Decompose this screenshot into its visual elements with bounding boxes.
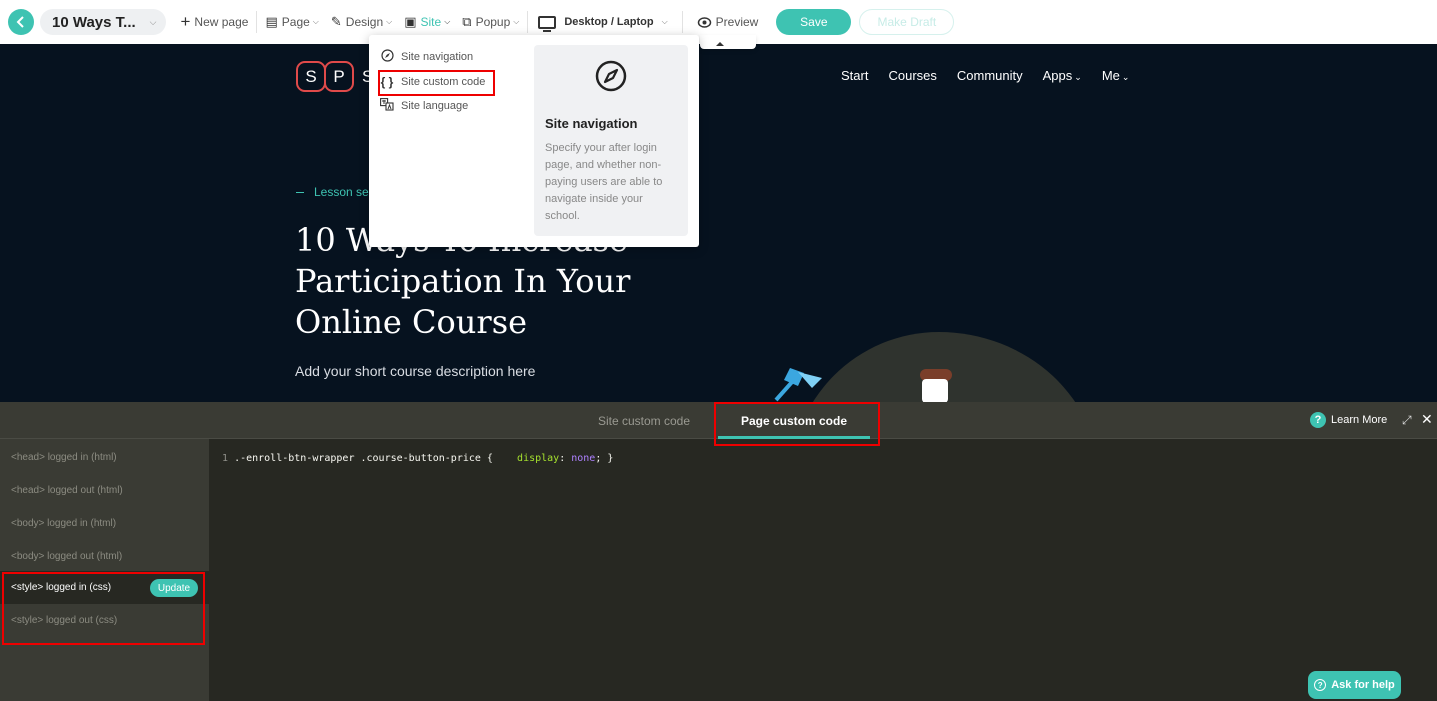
save-button[interactable]: Save — [776, 9, 852, 35]
page-selector[interactable]: 10 Ways T... ⌵ — [40, 9, 167, 35]
page-menu[interactable]: ▤ Page ⌵ — [265, 14, 318, 30]
nav-item-courses[interactable]: Courses — [888, 68, 936, 83]
site-menu[interactable]: ▣ Site ⌵ — [404, 14, 450, 30]
chevron-down-icon: ⌵ — [149, 16, 157, 27]
brush-icon: ✎ — [330, 14, 342, 29]
slot-body-logged-out[interactable]: <body> logged out (html) — [0, 540, 209, 573]
menu-info-card: Site navigation Specify your after login… — [534, 45, 688, 236]
design-menu-label: Design — [345, 15, 384, 29]
slot-body-logged-in[interactable]: <body> logged in (html) — [0, 507, 209, 540]
translate-icon — [379, 98, 395, 114]
learn-more-link[interactable]: ? Learn More — [1310, 412, 1387, 428]
monitor-icon — [538, 15, 557, 32]
lamp-illustration — [774, 368, 822, 402]
menu-item-label: Site language — [401, 100, 469, 112]
help-icon: ? — [1314, 679, 1327, 691]
page-selector-label: 10 Ways T... — [52, 13, 136, 31]
nav-item-apps[interactable]: Apps — [1043, 68, 1082, 83]
menu-item-label: Site navigation — [401, 51, 474, 63]
dash-decoration — [296, 192, 304, 194]
chevron-down-icon: ⌵ — [312, 17, 319, 26]
css-closing-brace: } — [607, 453, 614, 464]
ask-for-help-button[interactable]: ? Ask for help — [1308, 671, 1401, 699]
highlight-box — [714, 402, 880, 446]
lesson-label-text: Lesson se — [314, 185, 369, 199]
device-label: Desktop / Laptop — [564, 16, 654, 28]
toolbar-overflow-toggle[interactable] — [700, 35, 756, 49]
site-menu-label: Site — [420, 15, 442, 29]
learn-more-label: Learn More — [1331, 414, 1388, 426]
nav-item-community[interactable]: Community — [957, 68, 1023, 83]
logo-letter: P — [324, 61, 354, 92]
eye-icon — [697, 16, 711, 28]
plus-icon: + — [180, 12, 191, 31]
help-icon: ? — [1310, 412, 1326, 428]
course-description: Add your short course description here — [295, 363, 536, 379]
slot-head-logged-in[interactable]: <head> logged in (html) — [0, 441, 209, 474]
css-property: display — [517, 453, 560, 464]
design-menu[interactable]: ✎ Design ⌵ — [331, 14, 392, 30]
popup-menu[interactable]: ⧉ Popup ⌵ — [462, 14, 519, 30]
person-illustration — [920, 369, 952, 402]
popup-menu-label: Popup — [475, 15, 511, 29]
back-button[interactable] — [8, 9, 34, 35]
page-icon: ▤ — [265, 14, 278, 29]
page-canvas: S P S Start Courses Community Apps Me Le… — [0, 44, 1437, 402]
chevron-left-icon — [16, 16, 24, 28]
compass-icon — [379, 49, 395, 65]
toolbar-divider — [527, 11, 529, 33]
css-value: none — [571, 453, 596, 464]
nav-item-start[interactable]: Start — [841, 68, 868, 83]
close-icon[interactable]: ✕ — [1421, 411, 1433, 428]
preview-button[interactable]: Preview — [697, 15, 759, 29]
highlight-box — [378, 70, 495, 96]
compass-icon — [595, 60, 627, 92]
page-menu-label: Page — [281, 15, 310, 29]
school-logo[interactable]: S P S — [296, 61, 373, 92]
site-icon: ▣ — [404, 14, 417, 29]
ask-for-help-label: Ask for help — [1331, 679, 1395, 691]
tab-site-custom-code[interactable]: Site custom code — [590, 402, 698, 439]
chevron-down-icon: ⌵ — [513, 17, 520, 26]
new-page-label: New page — [194, 15, 249, 29]
site-nav: Start Courses Community Apps Me — [841, 68, 1149, 83]
info-card-title: Site navigation — [545, 116, 638, 131]
make-draft-button[interactable]: Make Draft — [859, 9, 955, 35]
logo-letter: S — [296, 61, 326, 92]
popup-icon: ⧉ — [462, 14, 472, 29]
nav-item-me[interactable]: Me — [1102, 68, 1130, 83]
slot-head-logged-out[interactable]: <head> logged out (html) — [0, 474, 209, 507]
menu-item-site-navigation[interactable]: Site navigation — [379, 47, 473, 67]
new-page-button[interactable]: + New page — [180, 12, 248, 32]
expand-icon[interactable]: ⤢ — [1402, 413, 1412, 428]
site-dropdown: Site navigation { } Site custom code Sit… — [369, 35, 699, 247]
lesson-label: Lesson se — [296, 185, 369, 199]
highlight-box — [2, 572, 205, 645]
toolbar-divider — [681, 11, 683, 33]
line-number: 1 — [222, 453, 229, 464]
menu-item-site-language[interactable]: Site language — [379, 96, 468, 116]
chevron-down-icon: ⌵ — [386, 17, 393, 26]
device-selector[interactable]: Desktop / Laptop ⌵ — [538, 15, 668, 32]
code-slot-list: <head> logged in (html) <head> logged ou… — [0, 439, 209, 701]
toolbar-divider — [256, 11, 258, 33]
code-editor[interactable]: 1 .-enroll-btn-wrapper .course-button-pr… — [222, 453, 613, 464]
css-selector: .-enroll-btn-wrapper .course-button-pric… — [234, 453, 493, 464]
info-card-description: Specify your after login page, and wheth… — [545, 142, 663, 222]
preview-label: Preview — [715, 15, 759, 29]
custom-code-panel: Site custom code Page custom code ? Lear… — [0, 402, 1437, 701]
chevron-down-icon: ⌵ — [661, 17, 668, 26]
chevron-down-icon: ⌵ — [444, 17, 451, 26]
